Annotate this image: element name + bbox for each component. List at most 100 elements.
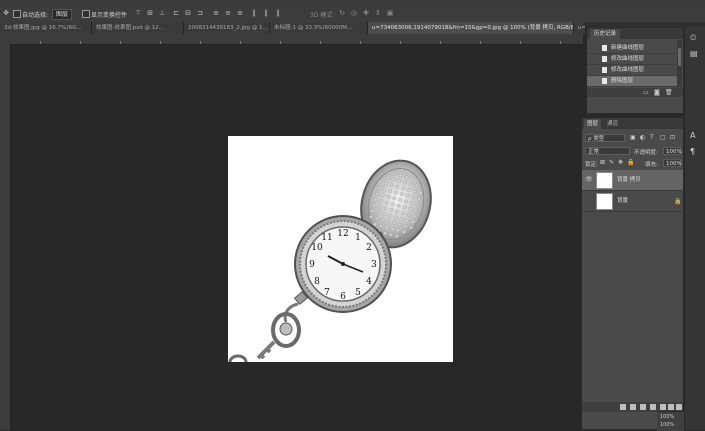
- history-item-label: 删除图层: [611, 78, 634, 84]
- 3d-slide-icon[interactable]: ⇕: [374, 9, 382, 17]
- new-group-icon[interactable]: [660, 404, 666, 410]
- show-transform-label: 显示变换控件: [91, 12, 128, 19]
- document-tab[interactable]: 未标题-1 @ 33.3%(60000M...: [270, 22, 368, 34]
- history-panel-title[interactable]: 历史记录: [590, 29, 621, 39]
- svg-text:5: 5: [355, 288, 361, 298]
- show-transform-checkbox[interactable]: [82, 10, 90, 18]
- auto-select-dropdown[interactable]: 图层: [52, 9, 73, 20]
- opacity-field[interactable]: 100%: [663, 147, 682, 155]
- lock-all-icon[interactable]: 🔒: [627, 159, 634, 166]
- svg-text:4: 4: [366, 277, 372, 287]
- distribute-right-icon[interactable]: ∥: [274, 9, 282, 17]
- filter-adjustment-icon[interactable]: ◐: [640, 134, 645, 141]
- align-right-icon[interactable]: ⊐: [196, 9, 204, 17]
- link-layers-icon[interactable]: [620, 404, 626, 410]
- distribute-left-icon[interactable]: ∥: [250, 9, 258, 17]
- auto-select-checkbox[interactable]: [13, 10, 21, 18]
- document-tab[interactable]: 2008314439183_2.jpg @ 1...: [184, 22, 270, 34]
- document-tab-active[interactable]: u=734063006,1914079018&fm=15&gp=0.jpg @ …: [368, 22, 574, 34]
- history-item-selected[interactable]: 删除图层: [587, 76, 677, 87]
- distribute-hcenter-icon[interactable]: ∥: [262, 9, 270, 17]
- layer-thumbnail: [596, 172, 613, 189]
- svg-text:8: 8: [314, 277, 320, 287]
- tab-channels[interactable]: 通道: [604, 119, 621, 129]
- align-bottom-icon[interactable]: ⊥: [158, 9, 166, 17]
- svg-text:12: 12: [337, 229, 348, 239]
- character-panel-icon[interactable]: A: [690, 131, 695, 140]
- align-hcenter-icon[interactable]: ⊟: [184, 9, 192, 17]
- document-tab[interactable]: 效果图-效果图.psd @ 12...: [92, 22, 184, 34]
- history-panel-icon[interactable]: ⏲: [690, 33, 696, 43]
- layer-lock-icon: 🔒: [674, 198, 682, 205]
- snapshot-camera-icon[interactable]: ◙: [654, 89, 660, 96]
- layer-filter-dropdown[interactable]: ρ 类型: [585, 134, 625, 142]
- layer-row[interactable]: 👁 背景 🔒: [582, 191, 683, 212]
- visibility-eye-icon[interactable]: 👁: [585, 198, 592, 204]
- align-vcenter-icon[interactable]: ⊞: [146, 9, 154, 17]
- trash-icon[interactable]: 🗑: [665, 89, 673, 96]
- layers-panel: 图层 通道 ρ 类型 ▣ ◐ T ▢ ⊡ 正常 不透明度: 100% 锁定: ⊠…: [581, 117, 684, 430]
- fill-label: 填充:: [645, 162, 658, 168]
- tab-layers[interactable]: 图层: [584, 119, 602, 129]
- layer-row-selected[interactable]: 👁 背景 拷贝: [582, 170, 683, 191]
- layer-thumbnail: [596, 193, 613, 210]
- history-item[interactable]: 新建曲线图层: [587, 43, 677, 54]
- svg-text:1: 1: [355, 233, 361, 243]
- properties-panel-icon[interactable]: ▤: [690, 49, 698, 58]
- lock-image-icon[interactable]: ✎: [609, 159, 614, 166]
- svg-text:3: 3: [371, 260, 377, 270]
- document-tab[interactable]: 3d-效果图.jpg @ 16.7%(RG...: [0, 22, 92, 34]
- history-step-icon: [602, 56, 607, 62]
- pocket-watch-image: 12 1 2 3 4 5 6 7 8 9 10 11: [228, 159, 432, 362]
- mode-3d-label: 3D 模式:: [310, 12, 335, 19]
- mini-value-1: 100%: [660, 414, 675, 420]
- layer-name: 背景 拷贝: [617, 177, 641, 183]
- filter-smart-object-icon[interactable]: ⊡: [670, 134, 675, 141]
- history-step-icon: [602, 67, 607, 73]
- options-bar: ✥ 自动选择: 图层 显示变换控件 ⊤ ⊞ ⊥ ⊏ ⊟ ⊐ ≡ ≡ ≡ ∥ ∥ …: [0, 4, 705, 23]
- character-mini-panel: 100% 100%: [657, 411, 684, 431]
- lock-transparent-icon[interactable]: ⊠: [600, 159, 605, 166]
- filter-shape-icon[interactable]: ▢: [660, 134, 666, 141]
- layer-style-fx-icon[interactable]: [630, 404, 636, 410]
- history-item[interactable]: 修改曲线图层: [587, 65, 677, 76]
- svg-text:10: 10: [311, 243, 323, 253]
- 3d-scale-icon[interactable]: ▣: [386, 9, 394, 17]
- 3d-pan-icon[interactable]: ✚: [362, 9, 370, 17]
- svg-text:2: 2: [366, 243, 372, 253]
- new-layer-icon[interactable]: [668, 404, 674, 410]
- history-item-label: 新建曲线图层: [611, 45, 645, 51]
- history-panel: 历史记录 新建曲线图层 修改曲线图层 修改曲线图层 删除图层 ▭ ◙ 🗑: [586, 27, 684, 114]
- move-tool-icon[interactable]: ✥: [2, 9, 10, 17]
- document-tab[interactable]: u=1: [574, 22, 586, 34]
- svg-text:11: 11: [321, 233, 332, 243]
- history-scroll-thumb[interactable]: [678, 48, 681, 66]
- auto-select-label: 自动选择:: [22, 12, 49, 19]
- align-top-icon[interactable]: ⊤: [134, 9, 142, 17]
- new-document-from-state-icon[interactable]: ▭: [643, 89, 649, 96]
- distribute-top-icon[interactable]: ≡: [212, 9, 220, 17]
- delete-layer-icon[interactable]: [676, 404, 682, 410]
- paragraph-panel-icon[interactable]: ¶: [690, 147, 695, 156]
- lock-position-icon[interactable]: ✥: [618, 159, 623, 166]
- distribute-vcenter-icon[interactable]: ≡: [224, 9, 232, 17]
- add-mask-icon[interactable]: [640, 404, 646, 410]
- svg-text:9: 9: [309, 260, 315, 270]
- 3d-roll-icon[interactable]: ◎: [350, 9, 358, 17]
- adjustment-layer-icon[interactable]: [650, 404, 656, 410]
- document-canvas[interactable]: 12 1 2 3 4 5 6 7 8 9 10 11: [228, 136, 453, 362]
- 3d-rotate-icon[interactable]: ↻: [338, 9, 346, 17]
- filter-type-icon[interactable]: T: [650, 134, 654, 141]
- horizontal-ruler: [0, 34, 583, 45]
- history-item[interactable]: 修改曲线图层: [587, 54, 677, 65]
- filter-pixel-icon[interactable]: ▣: [630, 134, 636, 141]
- fill-field[interactable]: 100%: [663, 159, 682, 167]
- blend-mode-dropdown[interactable]: 正常: [585, 147, 630, 155]
- visibility-eye-icon[interactable]: 👁: [585, 177, 593, 183]
- right-panel-dock: ⏲ ▤ A ¶: [685, 27, 705, 430]
- align-left-icon[interactable]: ⊏: [172, 9, 180, 17]
- history-item-label: 修改曲线图层: [611, 67, 645, 73]
- distribute-bottom-icon[interactable]: ≡: [236, 9, 244, 17]
- history-footer: ▭ ◙ 🗑: [587, 88, 683, 97]
- lock-label: 锁定:: [585, 162, 598, 168]
